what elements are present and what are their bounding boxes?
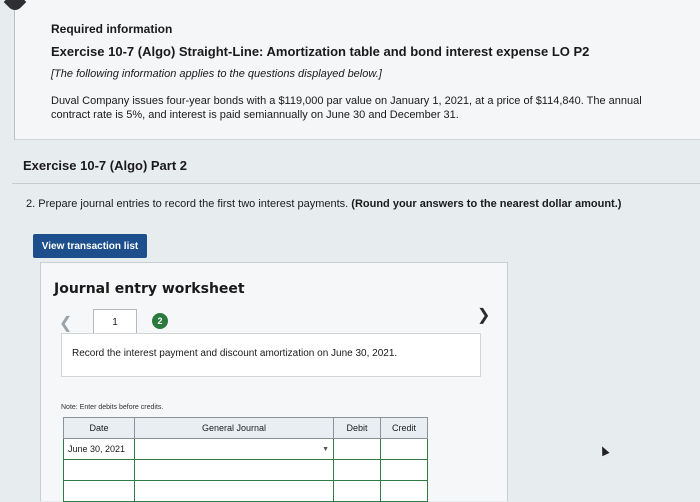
journal-table: Date General Journal Debit Credit June 3… bbox=[63, 417, 428, 502]
account-select[interactable] bbox=[134, 459, 334, 481]
table-row bbox=[63, 480, 428, 502]
debit-header: Debit bbox=[333, 417, 381, 439]
date-cell bbox=[63, 459, 135, 481]
chevron-left-icon[interactable]: ❮ bbox=[59, 313, 72, 333]
mouse-cursor-icon bbox=[598, 444, 610, 457]
date-header: Date bbox=[63, 417, 135, 439]
view-transaction-list-button[interactable]: View transaction list bbox=[33, 234, 147, 258]
journal-entry-worksheet: Journal entry worksheet ❮ 1 2 ❯ Record t… bbox=[40, 262, 508, 502]
account-select[interactable]: ▼ bbox=[134, 438, 334, 460]
question-main: 2. Prepare journal entries to record the… bbox=[26, 198, 349, 210]
credit-input[interactable] bbox=[380, 459, 428, 481]
table-header-row: Date General Journal Debit Credit bbox=[63, 417, 428, 439]
table-row bbox=[63, 459, 428, 481]
date-cell bbox=[63, 480, 135, 502]
page-2-tab[interactable]: 2 bbox=[152, 313, 168, 329]
chevron-right-icon[interactable]: ❯ bbox=[477, 305, 490, 325]
debit-input[interactable] bbox=[333, 480, 381, 502]
account-select[interactable] bbox=[134, 480, 334, 502]
divider bbox=[12, 183, 700, 184]
credit-header: Credit bbox=[380, 417, 428, 439]
exercise-description: Duval Company issues four-year bonds wit… bbox=[51, 95, 642, 121]
question-emphasis: (Round your answers to the nearest dolla… bbox=[351, 198, 622, 210]
exercise-title: Exercise 10-7 (Algo) Straight-Line: Amor… bbox=[51, 44, 590, 59]
credit-input[interactable] bbox=[380, 438, 428, 460]
debit-input[interactable] bbox=[333, 438, 381, 460]
required-information-panel: Required information Exercise 10-7 (Algo… bbox=[3, 0, 700, 140]
table-row: June 30, 2021 ▼ bbox=[63, 438, 428, 460]
part-title: Exercise 10-7 (Algo) Part 2 bbox=[23, 158, 188, 173]
date-cell: June 30, 2021 bbox=[63, 438, 135, 460]
credit-input[interactable] bbox=[380, 480, 428, 502]
record-instruction: Record the interest payment and discount… bbox=[72, 348, 398, 359]
record-instruction-box: Record the interest payment and discount… bbox=[61, 333, 481, 377]
bookmark-flag-icon bbox=[3, 0, 27, 14]
dropdown-icon[interactable]: ▼ bbox=[322, 446, 329, 453]
entry-note: Note: Enter debits before credits. bbox=[61, 404, 164, 411]
exercise-note: [The following information applies to th… bbox=[51, 68, 382, 80]
required-information-heading: Required information bbox=[51, 22, 173, 36]
general-journal-header: General Journal bbox=[134, 417, 334, 439]
question-text: 2. Prepare journal entries to record the… bbox=[26, 198, 621, 210]
worksheet-title: Journal entry worksheet bbox=[54, 281, 245, 297]
debit-input[interactable] bbox=[333, 459, 381, 481]
